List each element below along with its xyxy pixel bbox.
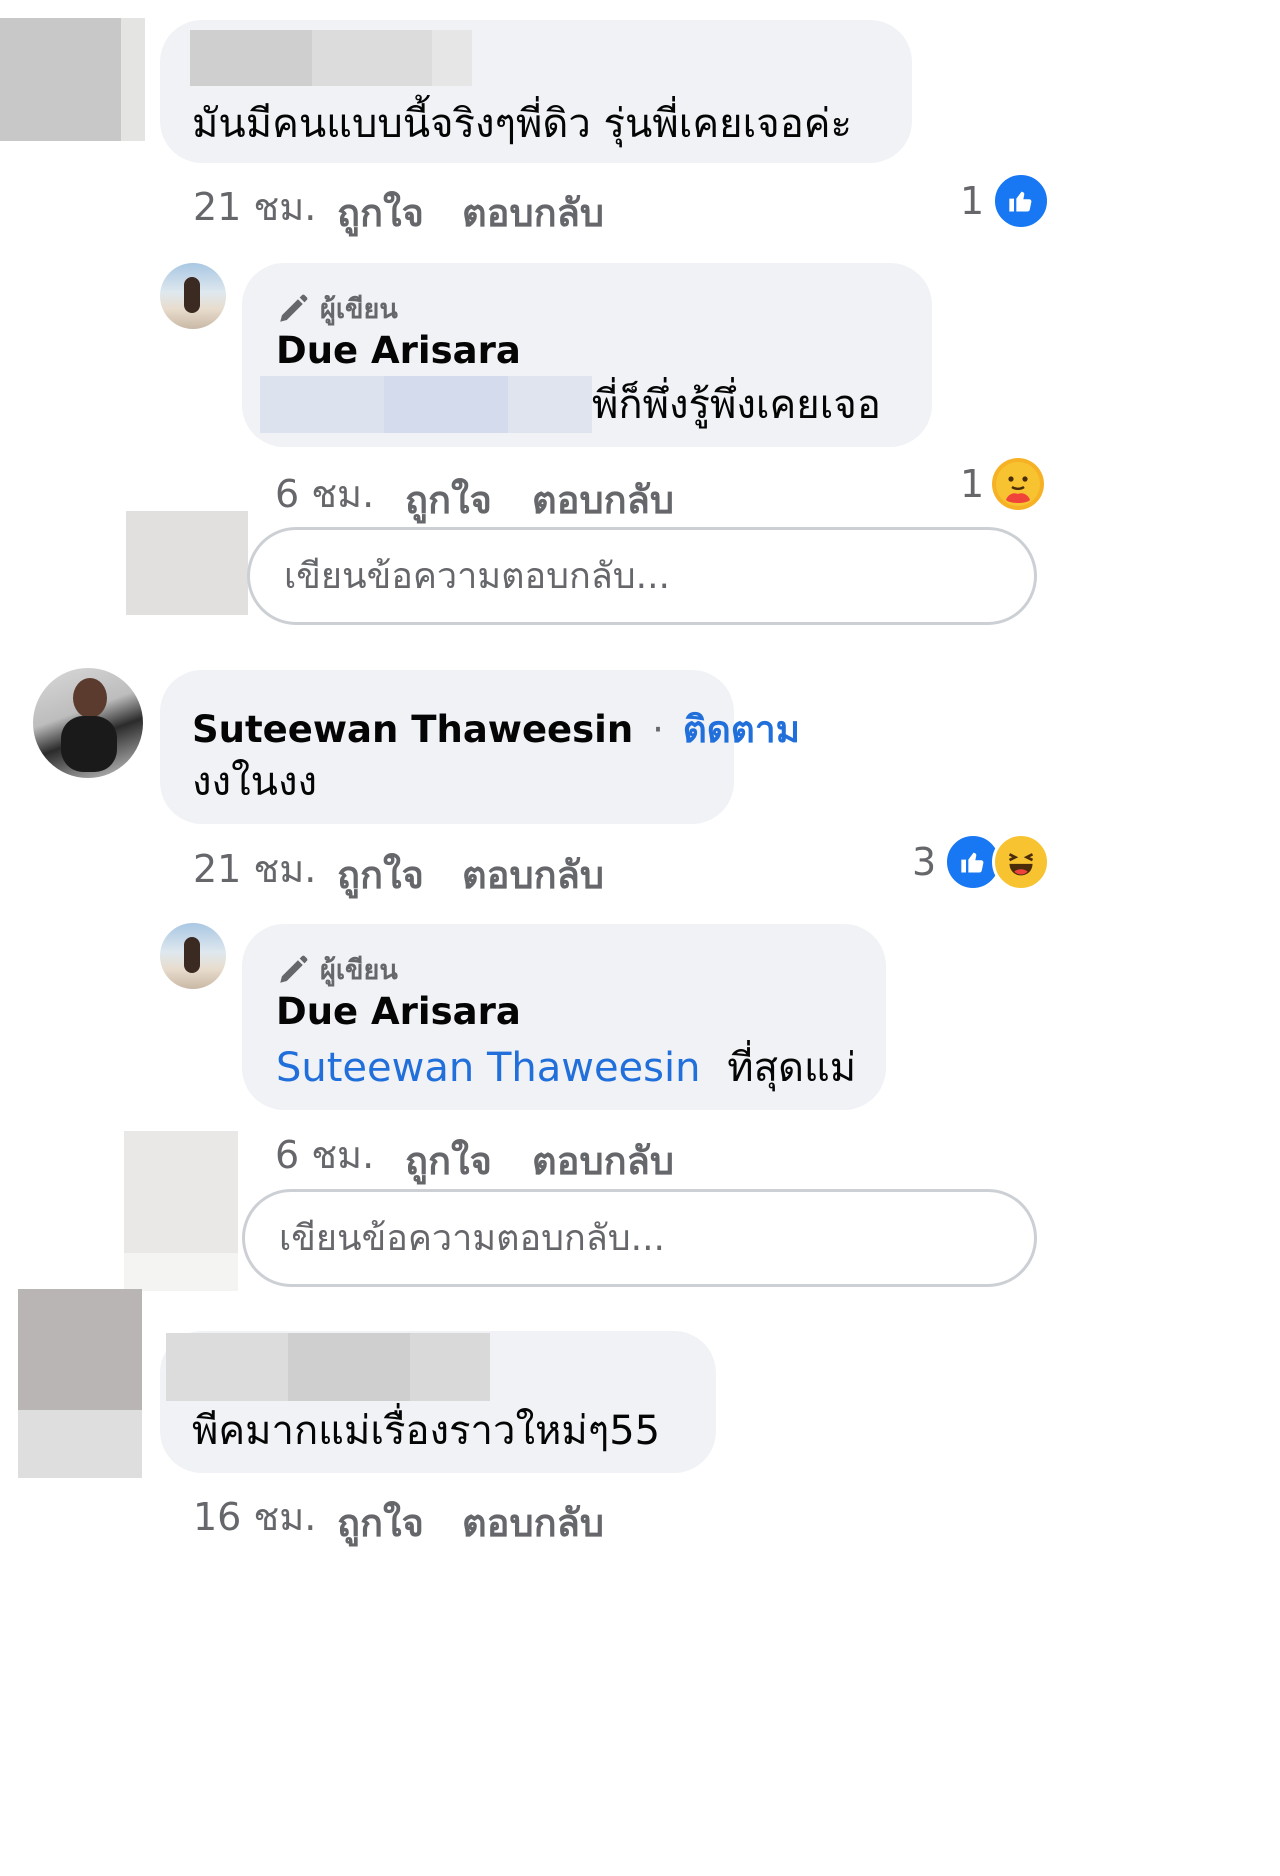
reply-input[interactable] xyxy=(250,530,1034,622)
reply-bubble: ผู้เขียน Due Arisara Suteewan Thaweesin … xyxy=(242,924,886,1110)
comment-meta: 16 ชม. xyxy=(193,1486,316,1547)
pencil-icon xyxy=(280,955,308,983)
comment-bubble: พีคมากแม่เรื่องราวใหม่ๆ55 xyxy=(160,1331,716,1473)
redacted-name xyxy=(166,1333,490,1401)
follow-button[interactable]: ติดตาม xyxy=(683,708,800,751)
author-name[interactable]: Suteewan Thaweesin xyxy=(192,708,633,751)
comment-text: พีคมากแม่เรื่องราวใหม่ๆ55 xyxy=(192,1408,661,1454)
care-icon xyxy=(992,458,1045,510)
like-icon xyxy=(992,172,1051,230)
reply-meta: 6 ชม. xyxy=(275,1124,374,1185)
author-badge: ผู้เขียน xyxy=(276,948,398,991)
like-button[interactable]: ถูกใจ xyxy=(337,1492,424,1553)
reply-button[interactable]: ตอบกลับ xyxy=(532,1130,674,1191)
redacted-name xyxy=(190,30,472,86)
reaction-count: 3 xyxy=(912,840,937,884)
comment-text: มันมีคนแบบนี้จริงๆพี่ดิว รุ่นพี่เคยเจอค่… xyxy=(192,101,852,147)
pencil-icon xyxy=(280,294,308,322)
redacted-mention xyxy=(260,376,592,433)
timestamp: 16 ชม. xyxy=(193,1495,317,1539)
reaction-summary[interactable]: 1 xyxy=(960,458,1045,510)
timestamp: 21 ชม. xyxy=(193,185,317,229)
comment-bubble: Suteewan Thaweesin · ติดตาม งงในงง xyxy=(160,670,800,824)
author-badge: ผู้เขียน xyxy=(276,287,398,330)
author-name[interactable]: Due Arisara xyxy=(276,329,521,372)
mention-link[interactable]: Suteewan Thaweesin xyxy=(276,1045,700,1091)
reaction-count: 1 xyxy=(960,462,985,506)
timestamp: 21 ชม. xyxy=(193,847,317,891)
like-button[interactable]: ถูกใจ xyxy=(405,1130,492,1191)
user-avatar xyxy=(126,511,248,615)
reply-button[interactable]: ตอบกลับ xyxy=(462,844,604,905)
user-avatar xyxy=(124,1131,238,1291)
reply-input-container[interactable] xyxy=(242,1189,1037,1287)
reply-button[interactable]: ตอบกลับ xyxy=(462,182,604,243)
avatar[interactable] xyxy=(18,1289,142,1478)
haha-icon xyxy=(992,833,1051,891)
like-button[interactable]: ถูกใจ xyxy=(337,844,424,905)
reaction-count: 1 xyxy=(960,179,985,223)
comment-meta: 21 ชม. xyxy=(193,176,316,237)
reply-text: พี่ก็พึ่งรู้พึ่งเคยเจอ xyxy=(592,382,881,428)
comment-meta: 21 ชม. xyxy=(193,838,316,899)
comment-bubble: มันมีคนแบบนี้จริงๆพี่ดิว รุ่นพี่เคยเจอค่… xyxy=(160,20,912,163)
author-name[interactable]: Due Arisara xyxy=(276,990,521,1033)
name-separator: · xyxy=(652,708,664,751)
reply-button[interactable]: ตอบกลับ xyxy=(532,469,674,530)
reply-button[interactable]: ตอบกลับ xyxy=(462,1492,604,1553)
author-avatar[interactable] xyxy=(160,263,226,329)
reply-meta: 6 ชม. xyxy=(275,463,374,524)
like-button[interactable]: ถูกใจ xyxy=(405,469,492,530)
avatar[interactable] xyxy=(0,18,145,141)
reaction-summary[interactable]: 1 xyxy=(960,172,1051,230)
commenter-name: Suteewan Thaweesin · ติดตาม xyxy=(192,700,800,759)
reply-input[interactable] xyxy=(245,1192,1034,1284)
comment-text: งงในงง xyxy=(192,759,317,805)
reply-message: ที่สุดแม่ xyxy=(727,1045,857,1091)
commenter-avatar[interactable] xyxy=(33,668,143,778)
timestamp: 6 ชม. xyxy=(275,472,375,516)
reply-bubble: ผู้เขียน Due Arisara พี่ก็พึ่งรู้พึ่งเคย… xyxy=(242,263,932,447)
like-button[interactable]: ถูกใจ xyxy=(337,182,424,243)
reply-input-container[interactable] xyxy=(247,527,1037,625)
author-avatar[interactable] xyxy=(160,923,226,989)
timestamp: 6 ชม. xyxy=(275,1133,375,1177)
reaction-summary[interactable]: 3 xyxy=(912,833,1051,891)
reply-text: Suteewan Thaweesin ที่สุดแม่ xyxy=(276,1044,856,1092)
